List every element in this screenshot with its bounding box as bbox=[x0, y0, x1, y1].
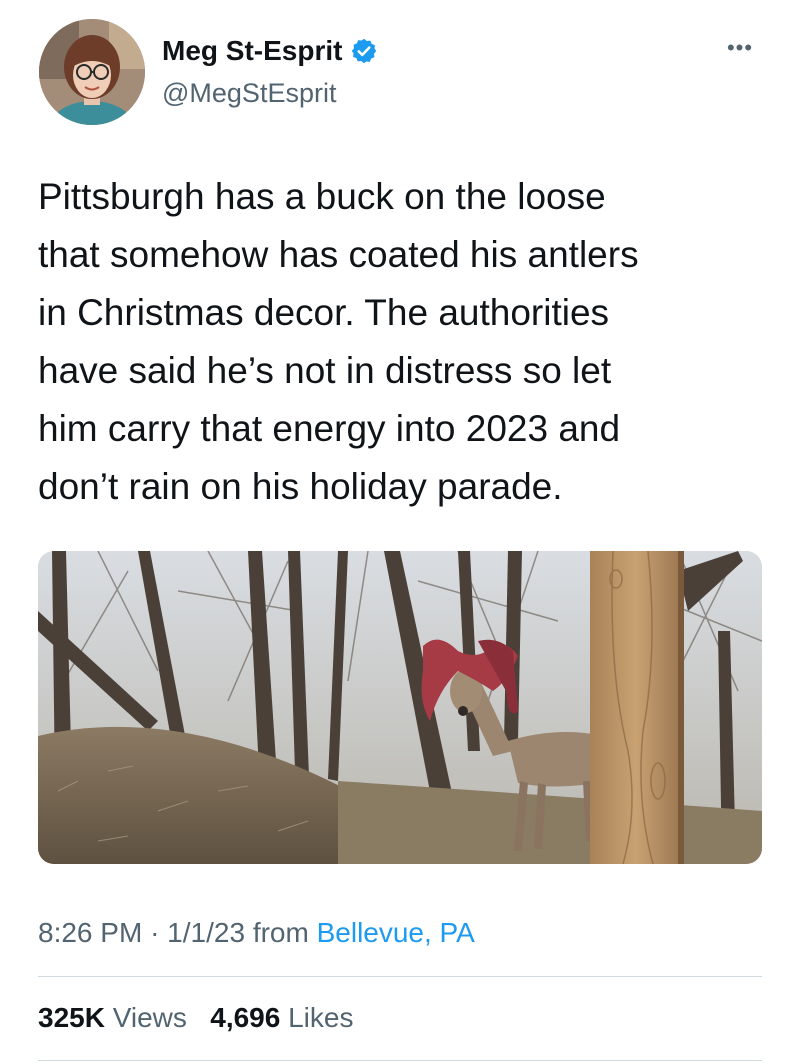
author-handle[interactable]: @MegStEsprit bbox=[162, 76, 336, 110]
avatar-image bbox=[39, 19, 145, 125]
author-display-name[interactable]: Meg St-Esprit bbox=[162, 34, 378, 68]
likes-label[interactable]: Likes bbox=[288, 1002, 353, 1033]
views-label: Views bbox=[112, 1002, 187, 1033]
likes-count[interactable]: 4,696 bbox=[210, 1002, 280, 1033]
tweet-photo[interactable] bbox=[38, 551, 762, 864]
tweet-timestamp-line: 8:26 PM · 1/1/23 from Bellevue, PA bbox=[38, 913, 475, 953]
divider bbox=[38, 976, 762, 977]
tweet-time[interactable]: 8:26 PM bbox=[38, 917, 142, 948]
meta-separator: · bbox=[150, 917, 160, 948]
tweet-date[interactable]: 1/1/23 bbox=[167, 917, 245, 948]
deer-photo-image bbox=[38, 551, 762, 864]
more-horizontal-icon[interactable]: ••• bbox=[722, 37, 758, 59]
verified-badge-icon bbox=[352, 38, 377, 64]
divider-bottom bbox=[38, 1060, 762, 1061]
views-count: 325K bbox=[38, 1002, 105, 1033]
tweet-stats: 325K Views 4,696 Likes bbox=[38, 998, 353, 1038]
avatar[interactable] bbox=[39, 19, 145, 125]
from-label: from bbox=[252, 917, 309, 948]
location-link[interactable]: Bellevue, PA bbox=[317, 917, 475, 948]
display-name-text: Meg St-Esprit bbox=[162, 35, 343, 66]
tweet-text: Pittsburgh has a buck on the loose that … bbox=[38, 176, 639, 507]
